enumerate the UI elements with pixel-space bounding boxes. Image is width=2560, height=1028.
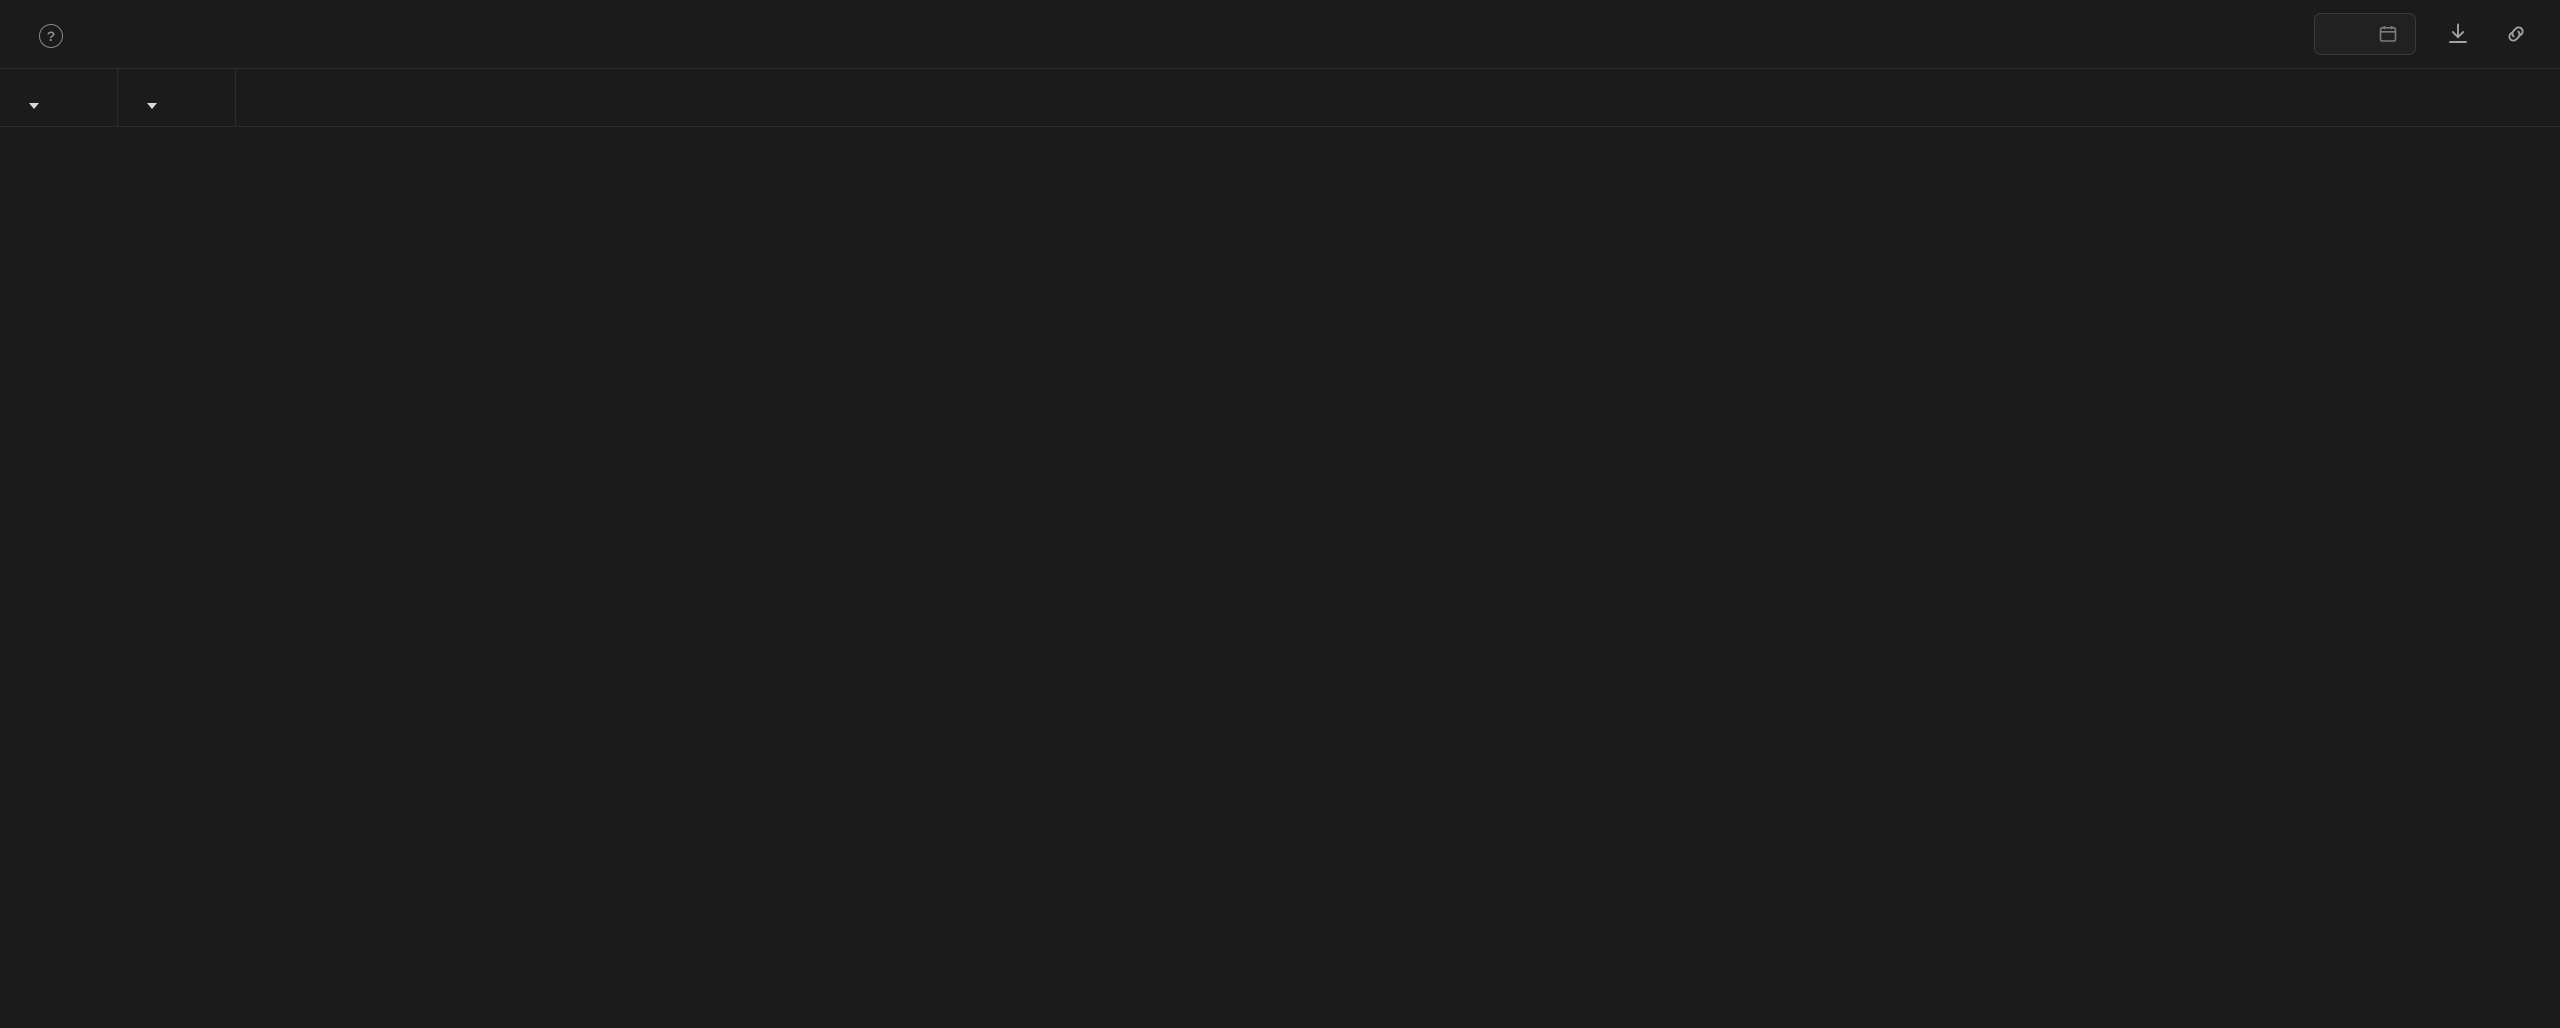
date-range-picker[interactable]	[2314, 13, 2416, 55]
chart-area[interactable]	[0, 168, 2560, 768]
legend-item-cruisers[interactable]	[70, 145, 92, 158]
legend-dot-icon	[122, 145, 135, 158]
chart-svg[interactable]	[0, 168, 2560, 768]
chevron-down-icon	[29, 103, 39, 109]
stat-cruisers[interactable]	[60, 790, 78, 813]
parameter-selector[interactable]	[118, 69, 236, 126]
legend-item-price[interactable]	[174, 145, 196, 158]
widget-header: ?	[0, 0, 2560, 68]
balance-by-time-held-widget: ?	[0, 0, 2560, 1028]
calendar-icon	[2378, 24, 2398, 44]
stat-traders[interactable]	[90, 790, 108, 813]
legend-item-hodlers[interactable]	[18, 145, 40, 158]
summary-stats	[0, 768, 2560, 813]
controls-bar	[0, 68, 2560, 127]
parameter-value	[140, 101, 211, 109]
legend-item-traders[interactable]	[122, 145, 144, 158]
legend-dot-icon	[70, 145, 83, 158]
question-circle-icon[interactable]: ?	[39, 24, 63, 48]
chart-legend	[0, 127, 2560, 168]
legend-dot-icon	[18, 145, 31, 158]
header-actions	[2314, 13, 2532, 55]
link-icon[interactable]	[2500, 18, 2532, 50]
stat-hodlers[interactable]	[30, 790, 48, 813]
download-icon[interactable]	[2442, 18, 2474, 50]
legend-dot-icon	[174, 145, 187, 158]
time-frame-value	[22, 101, 93, 109]
time-frame-selector[interactable]	[0, 69, 118, 126]
chevron-down-icon	[147, 103, 157, 109]
